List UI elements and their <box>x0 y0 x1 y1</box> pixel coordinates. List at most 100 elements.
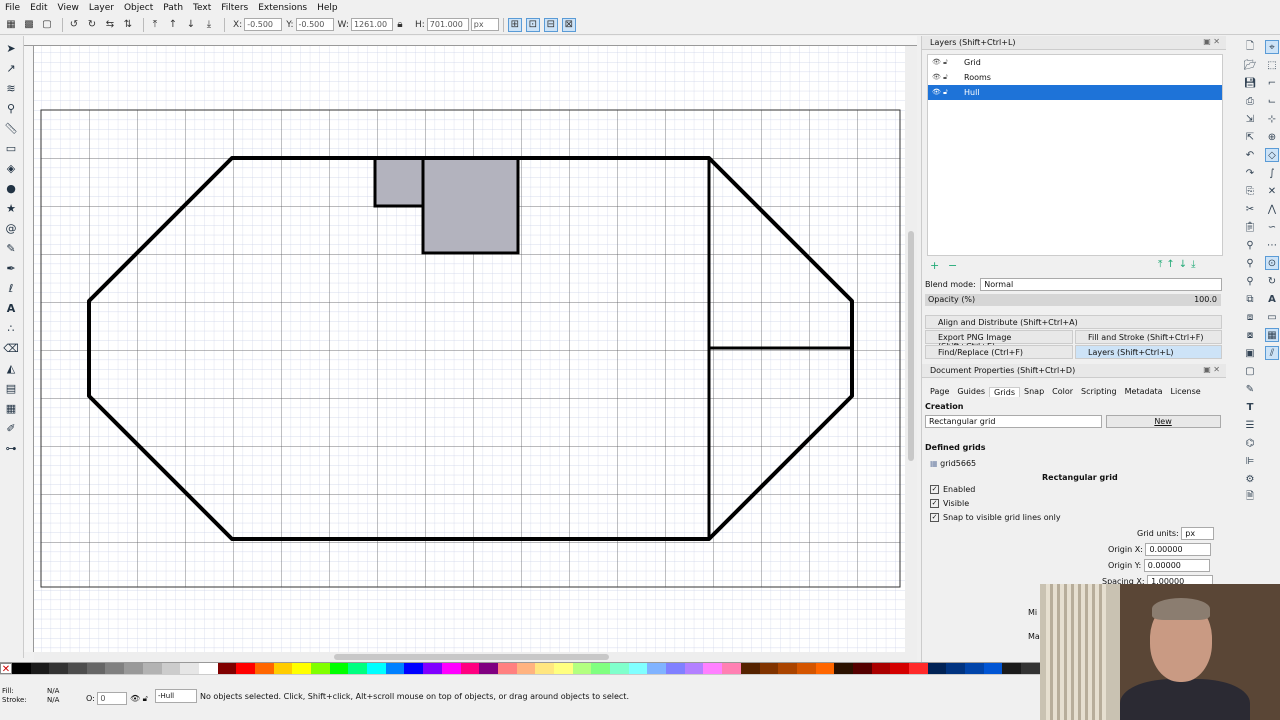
align-icon[interactable]: ⊫ <box>1243 454 1257 468</box>
o-field[interactable]: 0 <box>97 692 128 705</box>
zoom-drawing-icon[interactable]: ⚲ <box>1243 256 1257 270</box>
save-icon[interactable]: 💾︎ <box>1243 76 1257 90</box>
xml-editor-icon[interactable]: ⌬ <box>1243 436 1257 450</box>
scroll-thumb[interactable] <box>334 654 609 660</box>
selector-tool-icon[interactable]: ➤ <box>3 40 19 56</box>
scroll-thumb[interactable] <box>908 231 914 461</box>
flip-vertical-icon[interactable]: ⇅ <box>121 18 135 32</box>
text-tool-icon[interactable]: A <box>3 300 19 316</box>
layer-row[interactable]: 👁︎ 🔓︎ Grid <box>928 55 1222 70</box>
gradient-tool-icon[interactable]: ▤ <box>3 380 19 396</box>
dropper-tool-icon[interactable]: ✐ <box>3 420 19 436</box>
y-field[interactable]: -0.500 <box>295 18 334 31</box>
menu-layer[interactable]: Layer <box>84 3 119 13</box>
snap-toggle-icon[interactable]: ⌖ <box>1265 40 1279 54</box>
connector-tool-icon[interactable]: ⊶ <box>3 440 19 456</box>
tab-metadata[interactable]: Metadata <box>1121 387 1167 397</box>
transform-gradients-icon[interactable]: ⊟ <box>543 17 558 32</box>
lower-to-bottom-icon[interactable]: ⤓ <box>202 18 216 32</box>
close-icon[interactable]: ▣ ✕ <box>1203 37 1220 46</box>
menu-object[interactable]: Object <box>119 3 158 13</box>
snap-bbox-centers-icon[interactable]: ⊕ <box>1265 130 1279 144</box>
origin-y-field[interactable]: 0.00000 <box>1143 559 1210 572</box>
snap-grid-icon[interactable]: ▦ <box>1265 328 1279 342</box>
menu-text[interactable]: Text <box>188 3 216 13</box>
3d-box-tool-icon[interactable]: ◈ <box>3 160 19 176</box>
grid-units-select[interactable]: px <box>1181 527 1215 540</box>
star-tool-icon[interactable]: ★ <box>3 200 19 216</box>
ungroup-icon[interactable]: ▢ <box>1243 364 1257 378</box>
tab-page[interactable]: Page <box>926 387 953 397</box>
spiral-tool-icon[interactable]: @ <box>3 220 19 236</box>
visibility-lock-icon[interactable]: 👁︎ 🔓︎ <box>932 70 948 85</box>
cut-icon[interactable]: ✂ <box>1243 202 1257 216</box>
mesh-tool-icon[interactable]: ▦ <box>3 400 19 416</box>
w-field[interactable]: 1261.00 <box>350 18 393 31</box>
vertical-scrollbar[interactable] <box>905 46 917 652</box>
room-large[interactable] <box>423 158 518 253</box>
canvas[interactable] <box>34 46 905 652</box>
export-icon[interactable]: ⇱ <box>1243 130 1257 144</box>
opacity-slider[interactable]: Opacity (%) 100.0 <box>925 294 1221 306</box>
snap-text-baseline-icon[interactable]: A <box>1265 292 1279 306</box>
snap-bbox-icon[interactable]: ⬚ <box>1265 58 1279 72</box>
snap-paths-icon[interactable]: ∫ <box>1265 166 1279 180</box>
export-panel-tab[interactable]: Export PNG Image (Shift+Ctrl+E) <box>925 330 1073 351</box>
visibility-lock-icon[interactable]: 👁︎ 🔓︎ <box>932 85 948 100</box>
snap-centers-icon[interactable]: ⊙ <box>1265 256 1279 270</box>
menu-view[interactable]: View <box>53 3 84 13</box>
lower-icon[interactable]: ↓ <box>184 18 198 32</box>
snap-bbox-edges-icon[interactable]: ⌐ <box>1265 76 1279 90</box>
menu-extensions[interactable]: Extensions <box>253 3 312 13</box>
visibility-lock-icon[interactable]: 👁︎ 🔓︎ <box>932 55 948 70</box>
menu-file[interactable]: File <box>0 3 25 13</box>
zoom-selection-icon[interactable]: ⚲ <box>1243 238 1257 252</box>
tab-guides[interactable]: Guides <box>953 387 989 397</box>
copy-icon[interactable]: ⎘ <box>1243 184 1257 198</box>
rotate-cw-icon[interactable]: ↻ <box>85 18 99 32</box>
x-field[interactable]: -0.500 <box>244 18 283 31</box>
fill-stroke-icon[interactable]: ✎ <box>1243 382 1257 396</box>
pencil-tool-icon[interactable]: ✎ <box>3 240 19 256</box>
scale-stroke-icon[interactable]: ⊞ <box>507 17 522 32</box>
origin-x-field[interactable]: 0.00000 <box>1145 543 1212 556</box>
snap-nodes-icon[interactable]: ◇ <box>1265 148 1279 162</box>
snap-midpoints-icon[interactable]: ⋯ <box>1265 238 1279 252</box>
zoom-page-icon[interactable]: ⚲ <box>1243 274 1257 288</box>
snap-rotation-icon[interactable]: ↻ <box>1265 274 1279 288</box>
eye-icon[interactable]: 👁︎ <box>130 694 140 703</box>
h-field[interactable]: 701.000 <box>426 18 469 31</box>
snap-bbox-corners-icon[interactable]: ⌙ <box>1265 94 1279 108</box>
zoom-tool-icon[interactable]: ⚲ <box>3 100 19 116</box>
enabled-checkbox[interactable]: ✓ Enabled <box>930 485 975 494</box>
tab-color[interactable]: Color <box>1048 387 1077 397</box>
tweak-tool-icon[interactable]: ≋ <box>3 80 19 96</box>
layer-row[interactable]: 👁︎ 🔓︎ Rooms <box>928 70 1222 85</box>
calligraphy-tool-icon[interactable]: ℓ <box>3 280 19 296</box>
pen-tool-icon[interactable]: ✒ <box>3 260 19 276</box>
snap-bbox-midpoints-icon[interactable]: ⊹ <box>1265 112 1279 126</box>
snap-cusp-nodes-icon[interactable]: ⋀ <box>1265 202 1279 216</box>
current-layer-select[interactable]: -Hull <box>155 689 197 703</box>
add-layer-icon[interactable]: + <box>930 259 939 272</box>
print-icon[interactable]: ⎙ <box>1243 94 1257 108</box>
select-all-layers-icon[interactable]: ▩ <box>22 18 36 32</box>
clone-icon[interactable]: ⧈ <box>1243 310 1257 324</box>
undo-icon[interactable]: ↶ <box>1243 148 1257 162</box>
no-paint-swatch[interactable]: ✕ <box>0 663 12 675</box>
unlink-clone-icon[interactable]: ⧇ <box>1243 328 1257 342</box>
text-font-icon[interactable]: T <box>1243 400 1257 414</box>
redo-icon[interactable]: ↷ <box>1243 166 1257 180</box>
tab-scripting[interactable]: Scripting <box>1077 387 1121 397</box>
eraser-tool-icon[interactable]: ⌫ <box>3 340 19 356</box>
ellipse-tool-icon[interactable]: ● <box>3 180 19 196</box>
scale-corners-icon[interactable]: ⊡ <box>525 17 540 32</box>
grid-id-tab[interactable]: ▦ grid5665 <box>930 459 976 468</box>
layer-row[interactable]: 👁︎ 🔓︎ Hull <box>928 85 1222 100</box>
snap-intersections-icon[interactable]: ✕ <box>1265 184 1279 198</box>
preferences-icon[interactable]: ⚙ <box>1243 472 1257 486</box>
node-tool-icon[interactable]: ↗ <box>3 60 19 76</box>
snap-guides-icon[interactable]: ⫽ <box>1265 346 1279 360</box>
transform-patterns-icon[interactable]: ⊠ <box>561 17 576 32</box>
snap-smooth-nodes-icon[interactable]: ∽ <box>1265 220 1279 234</box>
